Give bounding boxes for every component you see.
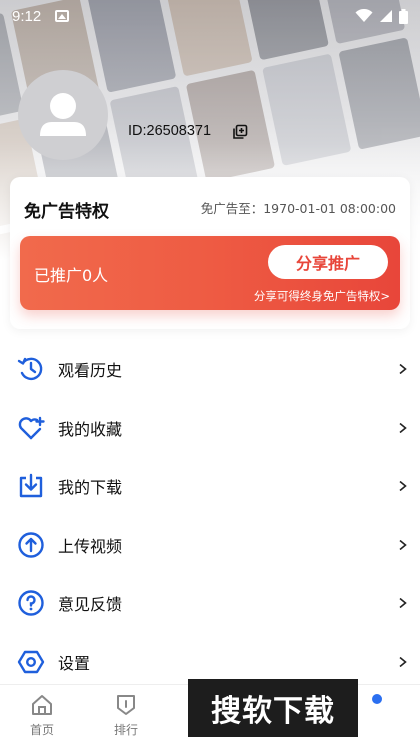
wifi-icon <box>355 9 373 22</box>
menu-label-upload: 上传视频 <box>58 536 123 556</box>
user-silhouette-icon <box>40 93 86 136</box>
menu-item-history[interactable]: 观看历史 <box>0 340 420 399</box>
menu-item-downloads[interactable]: 我的下载 <box>0 457 420 516</box>
promotion-count: 已推广0人 <box>34 266 109 285</box>
image-notification-icon <box>55 10 70 22</box>
nav-active-dot <box>372 694 382 704</box>
rank-icon <box>117 695 135 715</box>
signal-icon <box>380 10 392 22</box>
watermark-overlay: 搜软下载 <box>188 679 358 737</box>
ad-free-title: 免广告特权 <box>24 202 109 222</box>
nav-label-rank: 排行 <box>113 723 138 737</box>
share-promote-button[interactable]: 分享推广 <box>268 245 388 279</box>
chevron-right-icon <box>399 656 407 667</box>
menu-label-downloads: 我的下载 <box>58 478 123 498</box>
menu-label-settings: 设置 <box>58 653 91 673</box>
avatar[interactable] <box>18 70 108 160</box>
chevron-right-icon <box>399 364 407 375</box>
menu-label-feedback: 意见反馈 <box>58 595 123 615</box>
copy-icon[interactable] <box>232 124 248 140</box>
ad-free-expiry: 免广告至：1970-01-01 08:00:00 <box>200 201 396 216</box>
user-id: ID:26508371 <box>128 123 212 139</box>
home-icon <box>32 695 52 715</box>
chevron-right-icon <box>399 539 407 550</box>
battery-icon <box>399 8 408 24</box>
menu-item-feedback[interactable]: 意见反馈 <box>0 574 420 633</box>
promotion-banner: 已推广0人 分享推广 分享可得终身免广告特权> <box>20 236 400 310</box>
menu-label-history: 观看历史 <box>58 361 123 381</box>
menu-item-favorites[interactable]: 我的收藏 <box>0 399 420 458</box>
ad-free-card: 免广告特权 免广告至：1970-01-01 08:00:00 已推广0人 分享推… <box>10 177 410 329</box>
status-time: 9:12 <box>12 7 42 25</box>
history-icon <box>16 354 46 384</box>
menu-item-upload[interactable]: 上传视频 <box>0 516 420 575</box>
nav-label-home: 首页 <box>29 723 54 737</box>
chevron-right-icon <box>399 481 407 492</box>
heart-plus-icon <box>16 413 46 443</box>
nav-item-rank[interactable]: 排行 <box>84 685 168 746</box>
share-hint-link[interactable]: 分享可得终身免广告特权> <box>254 288 390 304</box>
download-icon <box>16 471 46 501</box>
menu-label-favorites: 我的收藏 <box>58 419 123 439</box>
settings-icon <box>16 647 46 677</box>
upload-icon <box>16 530 46 560</box>
help-icon <box>16 588 46 618</box>
status-bar: 9:12 <box>0 0 420 32</box>
chevron-right-icon <box>399 422 407 433</box>
nav-item-home[interactable]: 首页 <box>0 685 84 746</box>
chevron-right-icon <box>399 598 407 609</box>
menu-list: 观看历史 我的收藏 我的下载 上传视频 意见反馈 设置 <box>0 340 420 691</box>
